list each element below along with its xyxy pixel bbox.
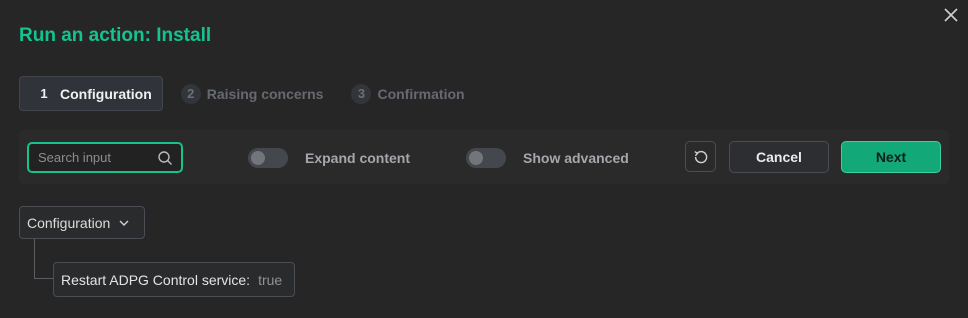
tree-root-label: Configuration: [27, 214, 111, 231]
show-advanced-control: Show advanced: [466, 148, 629, 168]
tree-item[interactable]: Restart ADPG Control service: true: [53, 262, 296, 297]
search-icon[interactable]: [157, 150, 173, 166]
step-label: Raising concerns: [206, 85, 324, 102]
show-advanced-toggle[interactable]: [466, 148, 506, 168]
step-number: 1: [40, 86, 48, 101]
step-confirmation[interactable]: 3 Confirmation: [337, 77, 474, 110]
expand-content-label: Expand content: [305, 150, 411, 166]
tree-item-label: Restart ADPG Control service:: [61, 271, 251, 288]
reset-icon: [693, 150, 707, 163]
tree-root-configuration[interactable]: Configuration: [19, 206, 146, 239]
tree-connector: [34, 239, 54, 279]
reset-button[interactable]: [685, 141, 716, 172]
cancel-button[interactable]: Cancel: [729, 141, 829, 173]
step-label: Configuration: [60, 85, 152, 102]
stepper: 1 Configuration 2 Raising concerns 3 Con…: [19, 76, 479, 111]
show-advanced-label: Show advanced: [523, 150, 629, 166]
step-number: 3: [351, 83, 372, 104]
next-button[interactable]: Next: [841, 141, 941, 173]
tree-item-value: true: [258, 271, 283, 288]
dialog-title: Run an action: Install: [19, 25, 212, 46]
toolbar: Expand content Show advanced Cancel Next: [19, 130, 949, 184]
step-number: 2: [180, 83, 201, 104]
chevron-down-icon: [119, 220, 129, 226]
search-box: [27, 142, 183, 173]
step-configuration[interactable]: 1 Configuration: [19, 76, 163, 111]
step-label: Confirmation: [377, 85, 465, 102]
close-icon[interactable]: [942, 6, 960, 24]
expand-content-toggle[interactable]: [248, 148, 288, 168]
expand-content-control: Expand content: [248, 148, 410, 168]
step-raising-concerns[interactable]: 2 Raising concerns: [167, 77, 334, 110]
search-input[interactable]: [36, 149, 158, 166]
